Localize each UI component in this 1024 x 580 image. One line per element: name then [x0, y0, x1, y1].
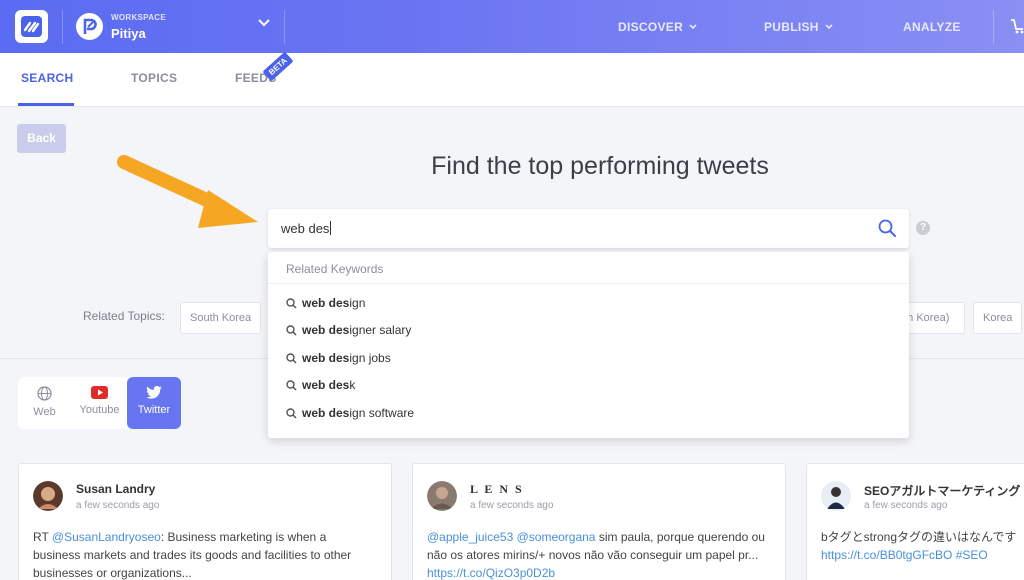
- tweet-author[interactable]: Susan Landry: [76, 482, 155, 496]
- suggestion-item[interactable]: web designer salary: [286, 323, 411, 337]
- suggestion-rest: k: [349, 378, 356, 392]
- tweet-text: bタグとstrongタグの違いはなんです https://t.co/BB0tgG…: [821, 528, 1024, 564]
- avatar: [33, 481, 63, 511]
- tweet-card[interactable]: SEOアガルトマーケティング a few seconds ago bタグとstr…: [806, 463, 1024, 580]
- topic-chip[interactable]: South Korea: [180, 302, 262, 334]
- search-value-text: web des: [281, 221, 330, 236]
- suggestion-match: web des: [302, 378, 350, 392]
- topic-chip[interactable]: Korea: [973, 302, 1023, 334]
- tweet-author[interactable]: SEOアガルトマーケティング: [864, 482, 1020, 499]
- search-icon: [286, 353, 297, 364]
- search-icon: [286, 298, 297, 309]
- avatar: [427, 481, 457, 511]
- tweet-line: business markets and trades its goods an…: [33, 548, 352, 562]
- suggestion-rest: ign jobs: [349, 351, 391, 365]
- tab-topics[interactable]: TOPICS: [131, 71, 177, 85]
- search-input[interactable]: web des: [268, 209, 909, 248]
- dropdown-header: Related Keywords: [286, 262, 384, 276]
- mention-link[interactable]: @someorgana: [517, 530, 596, 544]
- divider: [62, 10, 63, 44]
- search-icon[interactable]: [878, 219, 896, 237]
- suggestion-item[interactable]: web design jobs: [286, 351, 391, 365]
- search-icon: [286, 380, 297, 391]
- suggestion-item[interactable]: web design: [286, 296, 365, 310]
- suggestion-rest: ign: [349, 296, 366, 310]
- globe-icon: [37, 386, 52, 401]
- suggestion-item[interactable]: web desk: [286, 378, 355, 392]
- tweet-line: businesses or organizations...: [33, 566, 192, 580]
- source-web[interactable]: Web: [18, 377, 71, 429]
- suggestion-rest: ign software: [349, 406, 415, 420]
- tweet-line: não os atores mirins/+ novos não vão con…: [427, 548, 759, 562]
- tweet-line: RT @SusanLandryoseo: Business marketing …: [33, 528, 378, 546]
- mention-link[interactable]: @SusanLandryoseo: [52, 530, 161, 544]
- source-youtube-label: Youtube: [79, 404, 120, 416]
- app-logo[interactable]: [15, 10, 48, 43]
- suggestion-match: web des: [302, 406, 350, 420]
- divider: [268, 283, 909, 284]
- tweet-text: @apple_juice53 @someorgana sim paula, po…: [427, 528, 772, 580]
- search-icon: [286, 325, 297, 336]
- tweet-author[interactable]: L E N S: [470, 482, 524, 497]
- tweet-text-part: RT: [33, 530, 52, 544]
- nav-publish-label: PUBLISH: [764, 20, 819, 34]
- tweet-time: a few seconds ago: [864, 500, 948, 511]
- mention-link[interactable]: @apple_juice53: [427, 530, 513, 544]
- divider: [993, 10, 994, 44]
- suggestion-item[interactable]: web design software: [286, 406, 414, 420]
- tweet-card[interactable]: Susan Landry a few seconds ago RT @Susan…: [18, 463, 392, 580]
- nav-publish[interactable]: PUBLISH: [764, 20, 833, 34]
- tweet-url-link[interactable]: https://t.co/BB0tgGFcBO: [821, 548, 952, 562]
- avatar: [821, 481, 851, 511]
- source-twitter-label: Twitter: [137, 404, 171, 416]
- text-caret: [330, 221, 332, 235]
- source-youtube[interactable]: Youtube: [73, 377, 126, 429]
- source-selector: Web Youtube Twitter: [18, 377, 181, 429]
- workspace-name[interactable]: Pitiya: [111, 26, 146, 41]
- chevron-down-icon: [825, 24, 833, 30]
- tweet-url-link[interactable]: https://t.co/QizO3p0D2b: [427, 564, 772, 580]
- pointer-arrow-graphic: [117, 155, 258, 228]
- autocomplete-dropdown: Related Keywords web design web designer…: [268, 252, 909, 438]
- sub-tabs-bar: SEARCH TOPICS FEEDS: [0, 53, 1024, 107]
- help-icon[interactable]: ?: [916, 221, 930, 235]
- nav-analyze[interactable]: ANALYZE: [903, 20, 961, 34]
- cart-icon[interactable]: [1010, 18, 1024, 34]
- active-tab-indicator: [18, 103, 74, 106]
- nav-discover[interactable]: DISCOVER: [618, 20, 697, 34]
- tweet-time: a few seconds ago: [470, 500, 554, 511]
- tweet-line: https://t.co/BB0tgGFcBO #SEO: [821, 546, 1024, 564]
- workspace-avatar[interactable]: [76, 13, 103, 40]
- related-topics-label: Related Topics:: [83, 309, 165, 323]
- hashtag-link[interactable]: #SEO: [956, 548, 988, 562]
- youtube-icon: [91, 386, 108, 399]
- search-input-value[interactable]: web des: [281, 221, 332, 236]
- workspace-label: WORKSPACE: [111, 13, 166, 22]
- tweet-card[interactable]: L E N S a few seconds ago @apple_juice53…: [412, 463, 786, 580]
- nav-discover-label: DISCOVER: [618, 20, 684, 34]
- back-button[interactable]: Back: [17, 124, 66, 153]
- chevron-down-icon: [689, 24, 697, 30]
- twitter-icon: [146, 386, 162, 399]
- source-twitter[interactable]: Twitter: [127, 377, 181, 429]
- chevron-down-icon[interactable]: [258, 19, 270, 27]
- tweet-text-part: sim paula, porque querendo ou: [595, 530, 765, 544]
- suggestion-match: web des: [302, 323, 350, 337]
- suggestion-match: web des: [302, 351, 350, 365]
- tweet-time: a few seconds ago: [76, 500, 160, 511]
- page-title: Find the top performing tweets: [431, 152, 769, 180]
- tweet-line: bタグとstrongタグの違いはなんです: [821, 530, 1017, 544]
- source-web-label: Web: [33, 406, 56, 418]
- top-navigation-bar: WORKSPACE Pitiya DISCOVER PUBLISH ANALYZ…: [0, 0, 1024, 53]
- workspace-logo-icon: [83, 18, 97, 34]
- suggestion-rest: igner salary: [349, 323, 412, 337]
- tweet-text: RT @SusanLandryoseo: Business marketing …: [33, 528, 378, 580]
- search-icon: [286, 408, 297, 419]
- tweet-text-part: : Business marketing is when a: [160, 530, 327, 544]
- suggestion-match: web des: [302, 296, 350, 310]
- tweet-line: @apple_juice53 @someorgana sim paula, po…: [427, 528, 772, 546]
- divider: [284, 10, 285, 44]
- logo-icon: [21, 16, 42, 37]
- tab-search[interactable]: SEARCH: [21, 71, 73, 85]
